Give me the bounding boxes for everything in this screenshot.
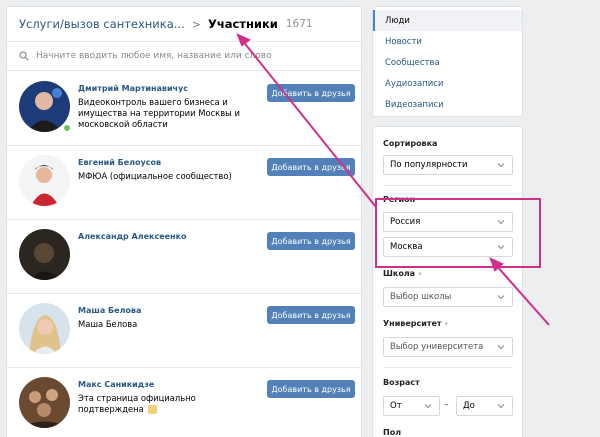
person-description: Маша Белова <box>78 319 138 329</box>
expand-icon[interactable]: ▾ <box>418 270 422 278</box>
list-item: Дмитрий Мартинавичус Видеоконтроль вашег… <box>7 72 361 146</box>
avatar[interactable] <box>19 155 70 206</box>
university-select[interactable]: Выбор университета <box>383 337 513 357</box>
avatar[interactable] <box>19 229 70 280</box>
menu-item-people[interactable]: Люди <box>373 10 522 31</box>
add-friend-button[interactable]: Добавить в друзья <box>267 158 355 176</box>
chevron-down-icon <box>497 163 505 168</box>
age-to-value: До <box>463 401 475 411</box>
annotation-highlight-box <box>375 198 541 268</box>
menu-item-video[interactable]: Видеозаписи <box>373 94 522 115</box>
list-item: Евгений Белоусов МФЮА (официальное сообщ… <box>7 146 361 220</box>
person-description-text: Эта страница официально подтверждена <box>78 393 196 414</box>
expand-icon[interactable]: ▾ <box>445 320 449 328</box>
add-friend-button[interactable]: Добавить в друзья <box>267 306 355 324</box>
members-count: 1671 <box>285 18 313 30</box>
breadcrumb-group-link[interactable]: Услуги/вызов сантехника... <box>19 17 185 31</box>
chevron-down-icon <box>497 345 505 350</box>
online-indicator <box>62 123 72 133</box>
search-section-menu: Люди Новости Сообщества Аудиозаписи Виде… <box>372 6 523 117</box>
breadcrumb-separator: > <box>191 17 201 31</box>
person-name[interactable]: Дмитрий Мартинавичус <box>78 84 188 93</box>
divider <box>383 185 513 186</box>
university-label-text: Университет <box>383 319 442 328</box>
university-select-value: Выбор университета <box>390 342 484 352</box>
person-description: Эта страница официально подтверждена <box>78 393 253 415</box>
person-name[interactable]: Евгений Белоусов <box>78 158 161 167</box>
list-item: Александр Алексеенко Добавить в друзья <box>7 220 361 294</box>
breadcrumb-current: Участники <box>207 17 278 31</box>
person-description: МФЮА (официальное сообщество) <box>78 171 232 181</box>
age-label: Возраст <box>383 378 420 387</box>
school-label-text: Школа <box>383 269 416 278</box>
school-label: Школа ▾ <box>383 269 422 278</box>
age-range-dash: – <box>444 400 449 410</box>
age-to-select[interactable]: До <box>456 396 513 416</box>
search-bar <box>7 42 361 71</box>
avatar[interactable] <box>19 377 70 428</box>
university-label: Университет ▾ <box>383 319 448 328</box>
avatar[interactable] <box>19 303 70 354</box>
list-item: Маша Белова Маша Белова Добавить в друзь… <box>7 294 361 368</box>
filters-panel: Сортировка По популярности Регион Россия… <box>372 126 523 437</box>
gender-label: Пол <box>383 428 402 437</box>
breadcrumb: Услуги/вызов сантехника... > Участники 1… <box>7 7 361 42</box>
sort-select-value: По популярности <box>390 160 468 170</box>
chevron-down-icon <box>424 404 432 409</box>
list-item: Макс Саникидзе Эта страница официально п… <box>7 368 361 437</box>
menu-item-communities[interactable]: Сообщества <box>373 52 522 73</box>
add-friend-button[interactable]: Добавить в друзья <box>267 84 355 102</box>
menu-item-news[interactable]: Новости <box>373 31 522 52</box>
sort-label: Сортировка <box>383 139 438 148</box>
add-friend-button[interactable]: Добавить в друзья <box>267 232 355 250</box>
divider <box>383 367 513 368</box>
chevron-down-icon <box>497 295 505 300</box>
school-select-value: Выбор школы <box>390 292 452 302</box>
person-name[interactable]: Макс Саникидзе <box>78 380 154 389</box>
age-from-select[interactable]: От <box>383 396 440 416</box>
person-name[interactable]: Маша Белова <box>78 306 141 315</box>
verified-icon <box>148 405 158 414</box>
menu-item-audio[interactable]: Аудиозаписи <box>373 73 522 94</box>
search-input[interactable] <box>36 51 336 61</box>
school-select[interactable]: Выбор школы <box>383 287 513 307</box>
search-icon <box>19 51 29 61</box>
chevron-down-icon <box>497 404 505 409</box>
add-friend-button[interactable]: Добавить в друзья <box>267 380 355 398</box>
age-from-value: От <box>390 401 402 411</box>
sort-select[interactable]: По популярности <box>383 155 513 175</box>
person-description: Видеоконтроль вашего бизнеса и имущества… <box>78 97 240 129</box>
members-panel: Услуги/вызов сантехника... > Участники 1… <box>6 6 362 437</box>
person-name[interactable]: Александр Алексеенко <box>78 232 187 241</box>
